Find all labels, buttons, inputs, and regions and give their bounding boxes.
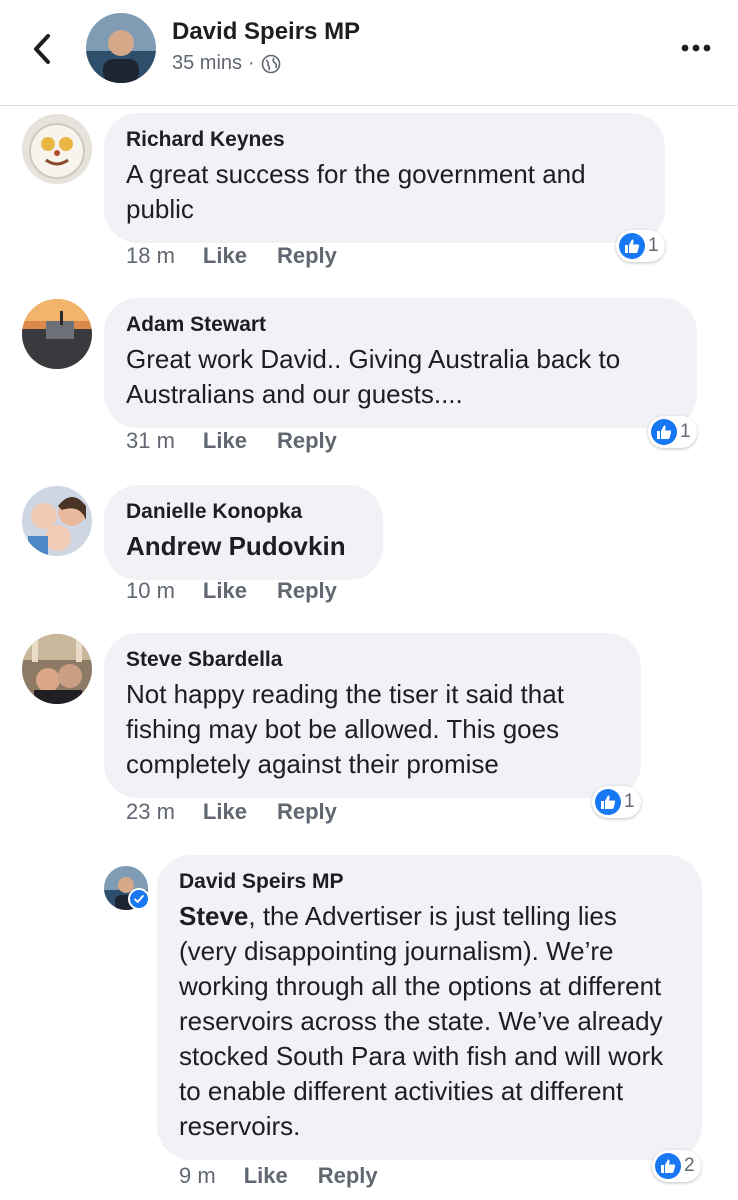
comment-time[interactable]: 31 m [126,428,175,454]
tagged-name-link[interactable]: Andrew Pudovkin [126,529,361,564]
author-avatar[interactable] [86,13,156,83]
comment-time[interactable]: 18 m [126,243,175,269]
comment-author[interactable]: Steve Sbardella [126,647,619,673]
comment-actions: 31 m Like Reply [126,428,367,454]
commenter-avatar[interactable] [22,299,92,369]
comment-actions: 18 m Like Reply [126,243,367,269]
commenter-avatar[interactable] [22,114,92,184]
meta-separator: · [248,52,255,74]
like-button[interactable]: Like [203,243,247,269]
globe-icon [261,54,281,73]
reaction-count-badge[interactable]: 1 [592,786,641,818]
like-button[interactable]: Like [203,799,247,825]
like-button[interactable]: Like [244,1163,288,1189]
like-button[interactable]: Like [203,578,247,604]
reply-button[interactable]: Reply [277,428,337,454]
like-thumb-icon [651,419,677,445]
comment-author[interactable]: Richard Keynes [126,127,643,153]
reaction-count-badge[interactable]: 2 [652,1150,701,1182]
comment-time[interactable]: 10 m [126,578,175,604]
comment-author[interactable]: Danielle Konopka [126,499,361,525]
post-header: David Speirs MP 35 mins · [0,0,738,106]
comment-time[interactable]: 23 m [126,799,175,825]
comment-bubble: Danielle Konopka Andrew Pudovkin [104,485,383,580]
comment-actions: 23 m Like Reply [126,799,367,825]
commenter-avatar[interactable] [22,486,92,556]
reaction-count-badge[interactable]: 1 [648,416,697,448]
reply-author[interactable]: David Speirs MP [179,869,680,895]
ellipsis-icon [681,44,711,52]
like-thumb-icon [655,1153,681,1179]
reaction-count: 2 [684,1155,695,1176]
reply-bubble: David Speirs MP Steve, the Advertiser is… [157,855,702,1160]
commenter-avatar[interactable] [22,634,92,704]
back-button[interactable] [28,30,58,68]
like-thumb-icon [619,233,645,259]
reply-button[interactable]: Reply [277,243,337,269]
post-time[interactable]: 35 mins [172,52,242,75]
comment-text: A great success for the government and p… [126,159,586,224]
comment-bubble: Steve Sbardella Not happy reading the ti… [104,633,641,798]
reply-button[interactable]: Reply [318,1163,378,1189]
post-meta: 35 mins · [172,52,281,75]
mention-link[interactable]: Steve [179,901,248,931]
chevron-left-icon [34,34,50,64]
reply-body: , the Advertiser is just telling lies (v… [179,901,664,1141]
author-name[interactable]: David Speirs MP [172,18,360,46]
reply-button[interactable]: Reply [277,799,337,825]
reaction-count: 1 [680,421,691,442]
reaction-count: 1 [648,235,659,256]
reply-button[interactable]: Reply [277,578,337,604]
like-button[interactable]: Like [203,428,247,454]
reaction-count: 1 [624,791,635,812]
reply-time[interactable]: 9 m [179,1163,216,1189]
verified-badge-icon [128,888,150,910]
comment-bubble: Adam Stewart Great work David.. Giving A… [104,298,697,428]
comment-author[interactable]: Adam Stewart [126,312,675,338]
comment-actions: 10 m Like Reply [126,578,367,604]
comment-bubble: Richard Keynes A great success for the g… [104,113,665,243]
like-thumb-icon [595,789,621,815]
comment-text: Not happy reading the tiser it said that… [126,679,564,779]
reaction-count-badge[interactable]: 1 [616,230,665,262]
reply-actions: 9 m Like Reply [179,1163,408,1189]
comment-text: Great work David.. Giving Australia back… [126,344,621,409]
reply-text: Steve, the Advertiser is just telling li… [179,899,680,1144]
more-options-button[interactable] [678,36,714,60]
